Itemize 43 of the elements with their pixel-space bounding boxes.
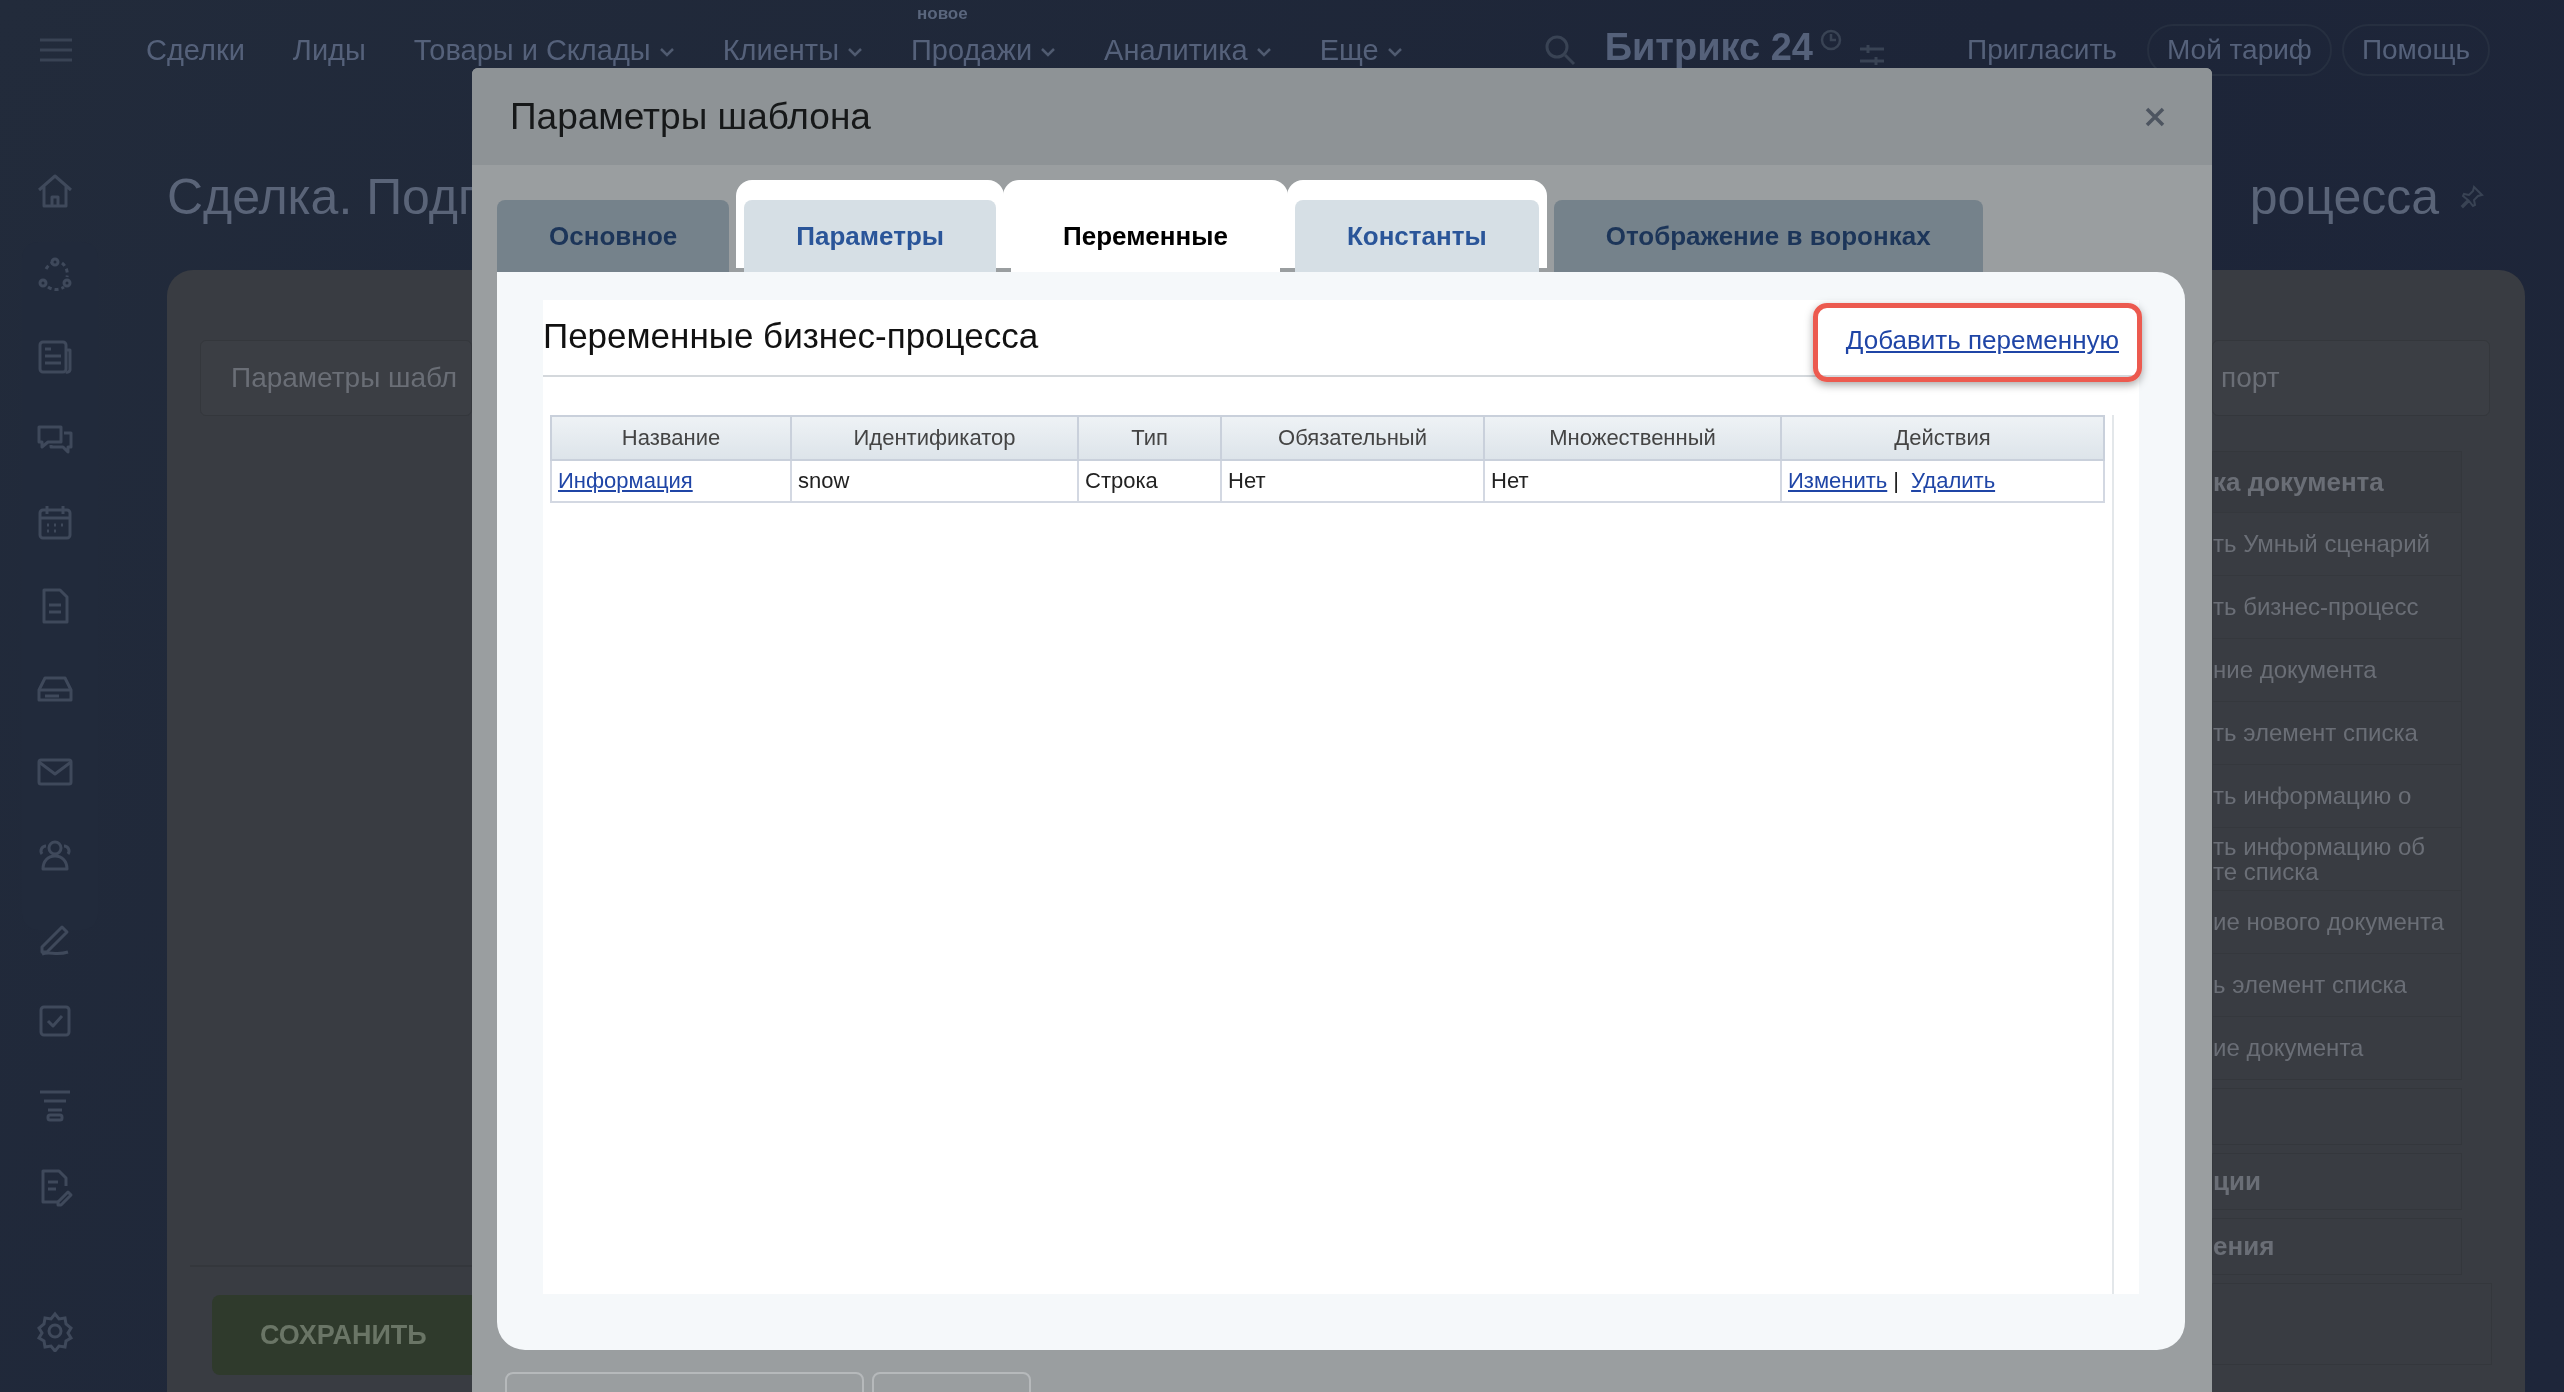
chevron-icon[interactable] (1040, 47, 1057, 57)
section-header[interactable] (2212, 1088, 2462, 1145)
tab[interactable]: Отображение в воронках (1553, 200, 1983, 272)
menu-icon[interactable] (38, 37, 74, 63)
action-link[interactable]: Изменить (1788, 468, 1888, 493)
pin-icon[interactable] (2459, 184, 2485, 210)
chevron-icon[interactable] (847, 47, 863, 57)
table-cell: Строка (1078, 460, 1221, 502)
nav-link[interactable]: Лиды (292, 33, 366, 67)
nav-link[interactable]: Аналитика (1104, 33, 1248, 67)
column-header: Идентификатор (791, 416, 1078, 460)
column-header: Действия (1781, 416, 2104, 460)
nav-link[interactable]: Еще (1319, 33, 1379, 67)
add-variable-link[interactable]: Добавить переменную (1812, 303, 2142, 382)
column-header: Тип (1078, 416, 1221, 460)
page-title: Сделка. Подг (167, 168, 477, 226)
logo[interactable]: Битрикс 24 (1604, 28, 1813, 66)
settings-icon[interactable] (34, 1310, 76, 1352)
section-header[interactable] (2212, 1283, 2492, 1365)
nav-link[interactable]: Товары и Склады (413, 33, 651, 67)
dialog-title: Параметры шаблона (510, 95, 871, 138)
tab[interactable]: Основное (497, 200, 730, 272)
clock-icon (1819, 28, 1843, 52)
new-label: новое (917, 3, 968, 24)
nav-link[interactable]: Клиенты (722, 33, 839, 67)
nav-link[interactable]: Продажи (911, 33, 1033, 67)
nav-link[interactable]: Сделки (146, 33, 245, 67)
chevron-icon[interactable] (1386, 47, 1403, 57)
nav-button[interactable]: Помощь (2341, 24, 2491, 76)
close-icon[interactable] (2144, 105, 2166, 128)
table-cell: Нет (1484, 460, 1781, 502)
column-header: Множественный (1484, 416, 1781, 460)
column-header: Название (551, 416, 791, 460)
action-link[interactable]: Удалить (1911, 468, 1996, 493)
page-title: роцесса (2249, 168, 2439, 226)
table-cell: snow (791, 460, 1078, 502)
section-title: Переменные бизнес-процесса (543, 315, 1039, 356)
chevron-icon[interactable] (1255, 47, 1272, 57)
table-cell: Нет (1221, 460, 1484, 502)
column-header: Обязательный (1221, 416, 1484, 460)
nav-button[interactable]: Пригласить (1947, 24, 2137, 76)
separator-text: | (1893, 468, 1899, 493)
chevron-icon[interactable] (658, 47, 675, 57)
